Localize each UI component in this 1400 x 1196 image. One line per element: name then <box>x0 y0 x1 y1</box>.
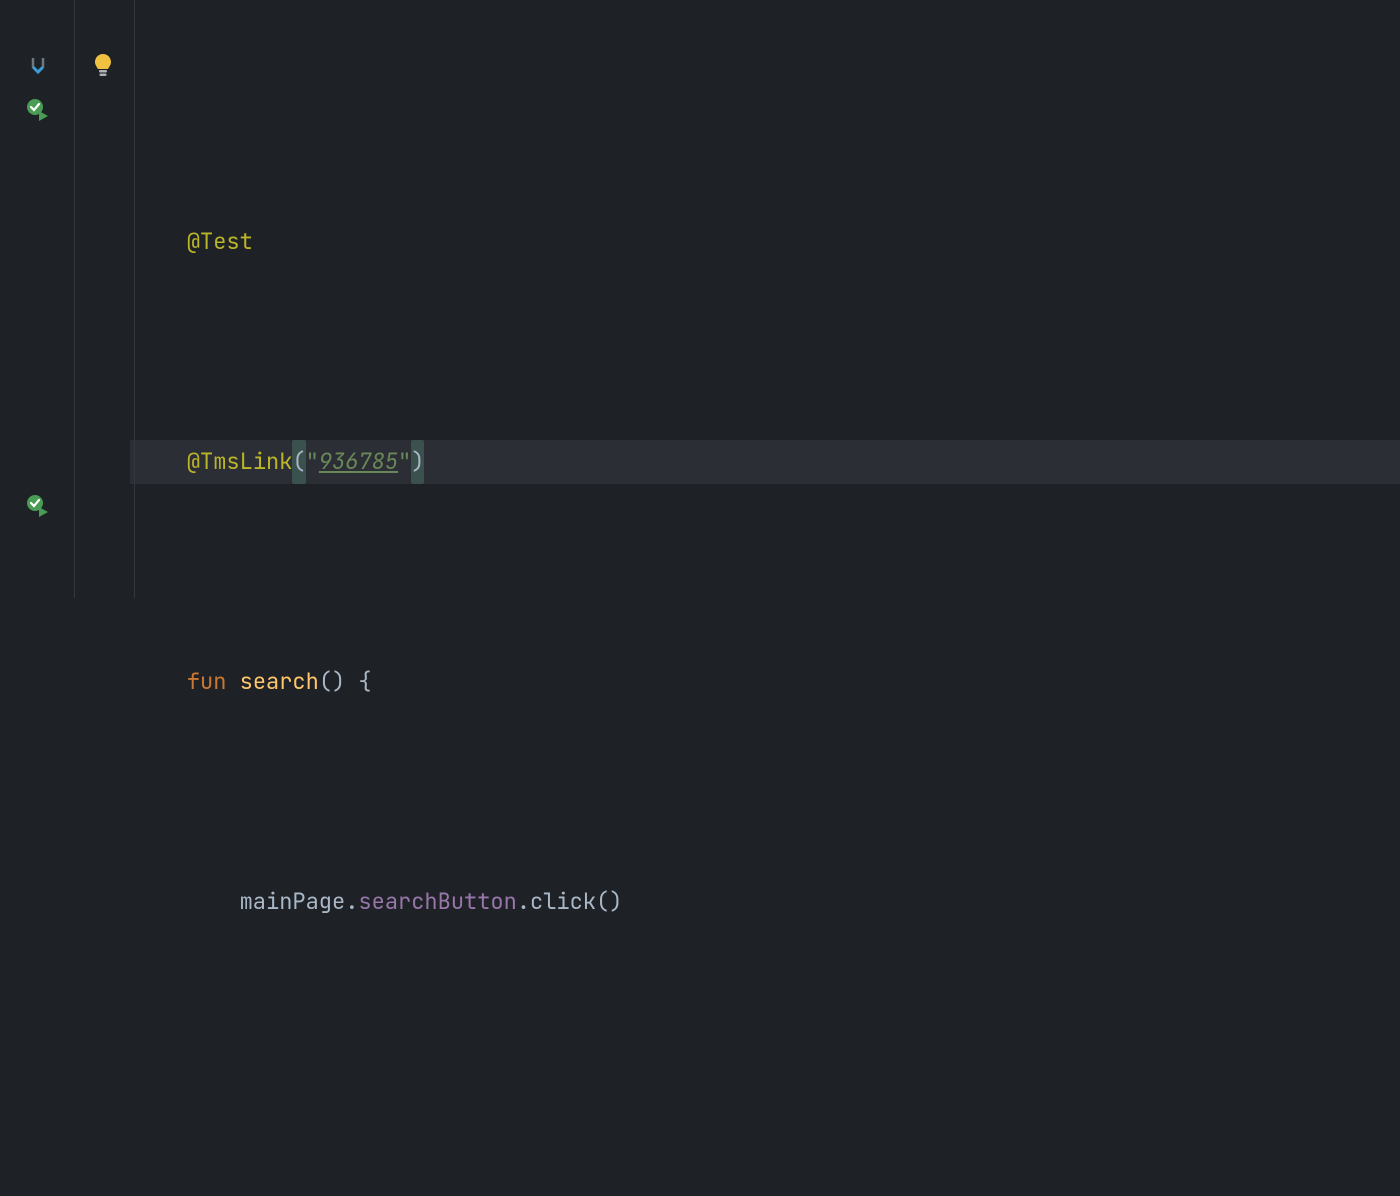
member-searchButton: searchButton <box>358 880 516 924</box>
code-line[interactable] <box>130 1100 1400 1144</box>
bulb-icon[interactable] <box>75 44 130 88</box>
code-line[interactable]: fun search() { <box>130 660 1400 704</box>
hint-column <box>75 0 130 598</box>
code-line[interactable]: mainPage.searchButton.click() <box>130 880 1400 924</box>
code-line-active[interactable]: @TmsLink("936785") <box>130 440 1400 484</box>
tms-link[interactable]: 936785 <box>319 440 398 484</box>
code-area[interactable]: @Test @TmsLink("936785") fun search() { … <box>130 0 1400 598</box>
gutter <box>0 0 75 598</box>
run-test-icon[interactable] <box>0 88 75 132</box>
annotation-test: @Test <box>187 220 253 264</box>
implementing-icon[interactable] <box>0 44 75 88</box>
keyword-fun: fun <box>187 660 240 704</box>
code-editor[interactable]: @Test @TmsLink("936785") fun search() { … <box>0 0 1400 598</box>
code-line[interactable]: @Test <box>130 220 1400 264</box>
run-test-icon[interactable] <box>0 484 75 528</box>
indent-guide <box>134 0 135 598</box>
paren-close: ) <box>411 440 424 484</box>
function-name: search <box>240 660 319 704</box>
paren-open: ( <box>292 440 305 484</box>
annotation-tmslink: @TmsLink <box>187 440 293 484</box>
